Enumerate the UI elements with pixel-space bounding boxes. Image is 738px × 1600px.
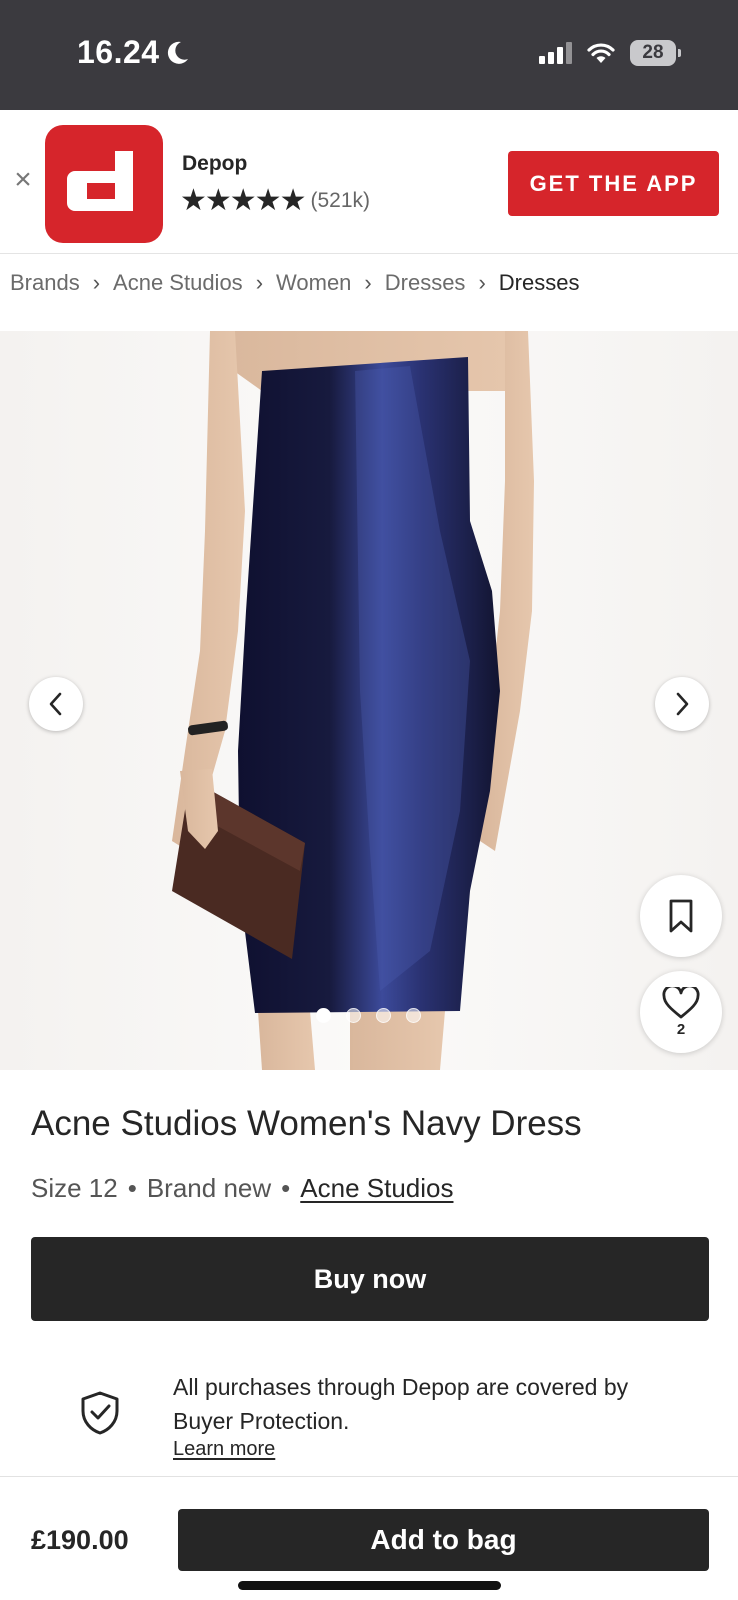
gallery-prev-button[interactable]	[29, 677, 83, 731]
gallery-next-button[interactable]	[655, 677, 709, 731]
status-bar: 16.24 28	[0, 0, 738, 110]
breadcrumb-dresses[interactable]: Dresses	[385, 270, 466, 296]
product-brand-link[interactable]: Acne Studios	[300, 1173, 453, 1204]
pagination-dot[interactable]	[316, 1008, 331, 1023]
learn-more-link[interactable]: Learn more	[173, 1438, 275, 1461]
product-meta: Size 12 • Brand new • Acne Studios	[31, 1173, 453, 1204]
status-time-text: 16.24	[77, 34, 160, 70]
product-size: Size 12	[31, 1173, 118, 1203]
home-indicator	[238, 1581, 501, 1590]
chevron-right-icon: ›	[255, 270, 264, 295]
breadcrumb-women[interactable]: Women	[276, 270, 351, 296]
depop-app-icon	[45, 125, 163, 243]
product-price: £190.00	[31, 1525, 129, 1555]
product-image-gallery[interactable]: 2	[0, 331, 738, 1070]
gallery-pagination	[316, 1008, 421, 1023]
bottom-purchase-bar: £190.00 Add to bag	[0, 1476, 738, 1600]
signal-icon	[539, 42, 572, 64]
moon-icon	[167, 41, 188, 64]
pagination-dot[interactable]	[346, 1008, 361, 1023]
pagination-dot[interactable]	[406, 1008, 421, 1023]
app-install-banner: × Depop ★★★★★ (521k) GET THE APP	[0, 110, 738, 254]
chevron-left-icon	[49, 692, 62, 716]
heart-icon	[662, 986, 700, 1018]
get-the-app-button[interactable]: GET THE APP	[508, 151, 719, 216]
banner-app-name: Depop	[182, 152, 248, 175]
chevron-right-icon	[676, 692, 689, 716]
breadcrumb: Brands › Acne Studios › Women › Dresses …	[10, 270, 579, 296]
breadcrumb-acne-studios[interactable]: Acne Studios	[113, 270, 243, 296]
battery-icon: 28	[630, 40, 681, 66]
meta-separator: •	[127, 1173, 137, 1203]
like-count: 2	[676, 1020, 686, 1038]
banner-rating: ★★★★★ (521k)	[180, 186, 370, 216]
chevron-right-icon: ›	[92, 270, 101, 295]
bookmark-icon	[669, 899, 693, 933]
add-to-bag-button[interactable]: Add to bag	[178, 1509, 709, 1571]
save-button[interactable]	[640, 875, 722, 957]
product-condition: Brand new	[146, 1173, 272, 1203]
status-indicators: 28	[539, 40, 681, 66]
pagination-dot[interactable]	[376, 1008, 391, 1023]
status-time: 16.24	[77, 34, 190, 71]
rating-count: (521k)	[310, 189, 371, 212]
breadcrumb-current-dresses: Dresses	[498, 270, 580, 295]
breadcrumb-brands[interactable]: Brands	[10, 270, 80, 296]
chevron-right-icon: ›	[478, 270, 486, 295]
shield-check-icon	[81, 1391, 119, 1435]
chevron-right-icon: ›	[364, 270, 372, 295]
product-title: Acne Studios Women's Navy Dress	[31, 1104, 582, 1143]
wifi-icon	[587, 43, 615, 63]
like-button[interactable]: 2	[640, 971, 722, 1053]
buyer-protection-text: All purchases through Depop are covered …	[173, 1374, 629, 1434]
depop-logo-icon	[67, 151, 133, 211]
product-photo	[172, 331, 534, 1070]
buy-now-button[interactable]: Buy now	[31, 1237, 709, 1321]
rating-stars-icon: ★★★★★	[180, 184, 306, 217]
meta-separator: •	[281, 1173, 291, 1203]
banner-close-icon[interactable]: ×	[10, 165, 36, 195]
